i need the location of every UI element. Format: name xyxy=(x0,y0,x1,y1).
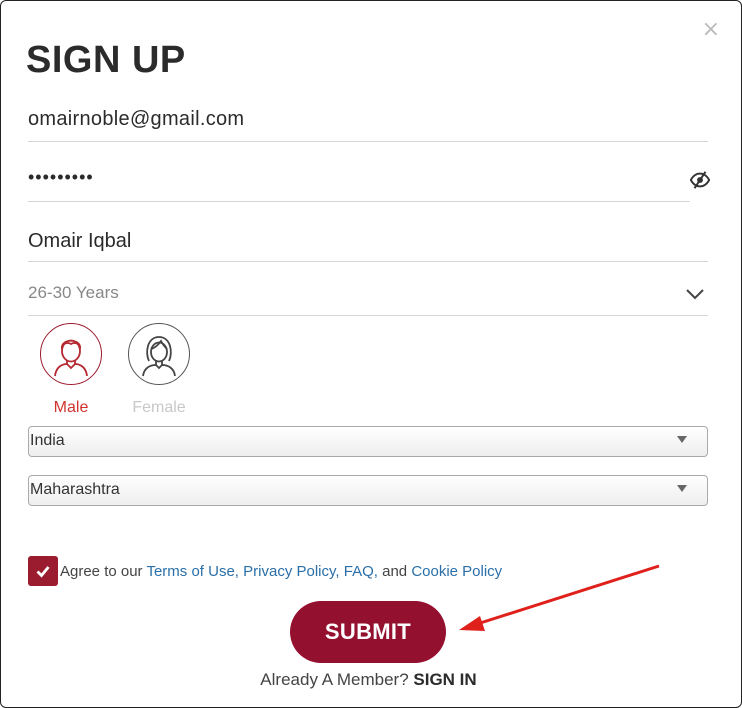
gender-option-female[interactable]: Female xyxy=(127,323,191,417)
annotation-arrow-icon xyxy=(459,564,660,631)
agree-prefix: Agree to our xyxy=(60,562,147,580)
faq-link[interactable]: FAQ, xyxy=(344,563,378,580)
password-value: ••••••••• xyxy=(28,167,94,187)
gender-option-male[interactable]: Male xyxy=(39,323,103,417)
female-person-icon xyxy=(142,336,176,377)
agree-and: and xyxy=(377,562,412,580)
state-value: Maharashtra xyxy=(30,481,120,498)
state-select[interactable]: Maharashtra xyxy=(28,475,708,506)
agreement-row: Agree to our Terms of Use, Privacy Polic… xyxy=(28,556,502,586)
age-range-value: 26-30 Years xyxy=(28,283,119,302)
submit-button[interactable]: SUBMIT xyxy=(290,601,446,663)
agreement-text: Agree to our Terms of Use, Privacy Polic… xyxy=(60,563,502,580)
caret-down-icon xyxy=(677,485,687,492)
country-value: India xyxy=(30,432,65,449)
agree-checkbox[interactable] xyxy=(28,556,58,586)
checkmark-icon xyxy=(36,566,50,578)
member-prompt-text: Already A Member? xyxy=(260,670,409,689)
female-label: Female xyxy=(132,399,186,416)
caret-down-icon xyxy=(677,436,687,443)
male-label: Male xyxy=(53,399,89,416)
terms-link[interactable]: Terms of Use, xyxy=(146,563,239,580)
name-value: Omair Iqbal xyxy=(28,230,132,252)
signin-link[interactable]: SIGN IN xyxy=(413,670,476,689)
signin-prompt: Already A Member? SIGN IN xyxy=(1,670,736,690)
privacy-link[interactable]: Privacy Policy, xyxy=(243,563,339,580)
country-select[interactable]: India xyxy=(28,426,708,457)
male-person-icon xyxy=(54,339,88,377)
male-avatar xyxy=(40,323,102,385)
signup-dialog: × SIGN UP omairnoble@gmail.com •••••••••… xyxy=(0,0,742,708)
password-field[interactable]: ••••••••• xyxy=(28,161,690,202)
name-field[interactable]: Omair Iqbal xyxy=(28,221,708,262)
female-avatar xyxy=(128,323,190,385)
eye-slash-icon[interactable] xyxy=(689,169,711,191)
close-icon[interactable]: × xyxy=(702,19,720,41)
email-value: omairnoble@gmail.com xyxy=(28,108,245,130)
email-field[interactable]: omairnoble@gmail.com xyxy=(28,101,708,142)
page-title: SIGN UP xyxy=(26,39,186,81)
chevron-down-icon xyxy=(686,289,704,300)
age-range-dropdown[interactable]: 26-30 Years xyxy=(28,273,708,316)
